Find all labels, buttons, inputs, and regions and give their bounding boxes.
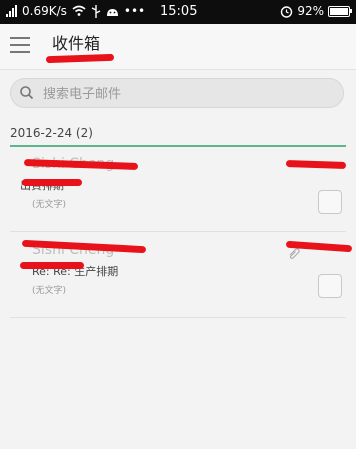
android-icon — [106, 8, 118, 16]
email-list-item[interactable]: Sishi Cheng 出貨排期 (无文字) — [10, 148, 347, 232]
usb-icon — [91, 4, 101, 18]
search-bar[interactable] — [10, 78, 344, 109]
wifi-icon — [72, 5, 86, 16]
status-bar: 0.69K/s ••• 15:05 92% — [0, 0, 356, 24]
list-divider — [10, 317, 346, 318]
email-select-checkbox[interactable] — [318, 190, 342, 214]
status-bar-left: 0.69K/s ••• — [6, 4, 145, 18]
date-group-label: 2016-2-24 (2) — [10, 126, 93, 140]
page-title: 收件箱 — [52, 34, 101, 53]
date-group-divider — [10, 145, 346, 147]
hamburger-menu-icon[interactable] — [10, 37, 30, 53]
redaction-mark — [45, 53, 115, 64]
status-time: 15:05 — [160, 4, 198, 19]
redaction-mark — [285, 159, 347, 170]
email-preview: (无文字) — [32, 200, 67, 210]
list-divider — [10, 231, 346, 232]
email-list-item[interactable]: Sishi Cheng Re: Re: 生产排期 (无文字) — [10, 234, 353, 318]
redaction-mark — [22, 179, 82, 186]
search-input[interactable] — [41, 79, 335, 109]
email-preview: (无文字) — [32, 286, 67, 296]
paperclip-icon — [289, 248, 300, 260]
app-header: 收件箱 — [0, 24, 356, 70]
battery-percent: 92% — [297, 4, 324, 18]
network-speed: 0.69K/s — [22, 4, 67, 18]
more-notifications-icon: ••• — [123, 4, 146, 18]
redaction-mark — [20, 262, 84, 269]
search-icon — [20, 86, 34, 100]
email-select-checkbox[interactable] — [318, 274, 342, 298]
alarm-icon — [281, 5, 293, 18]
status-bar-right: 92% — [280, 4, 352, 18]
signal-icon — [6, 5, 17, 17]
battery-icon — [328, 5, 352, 17]
